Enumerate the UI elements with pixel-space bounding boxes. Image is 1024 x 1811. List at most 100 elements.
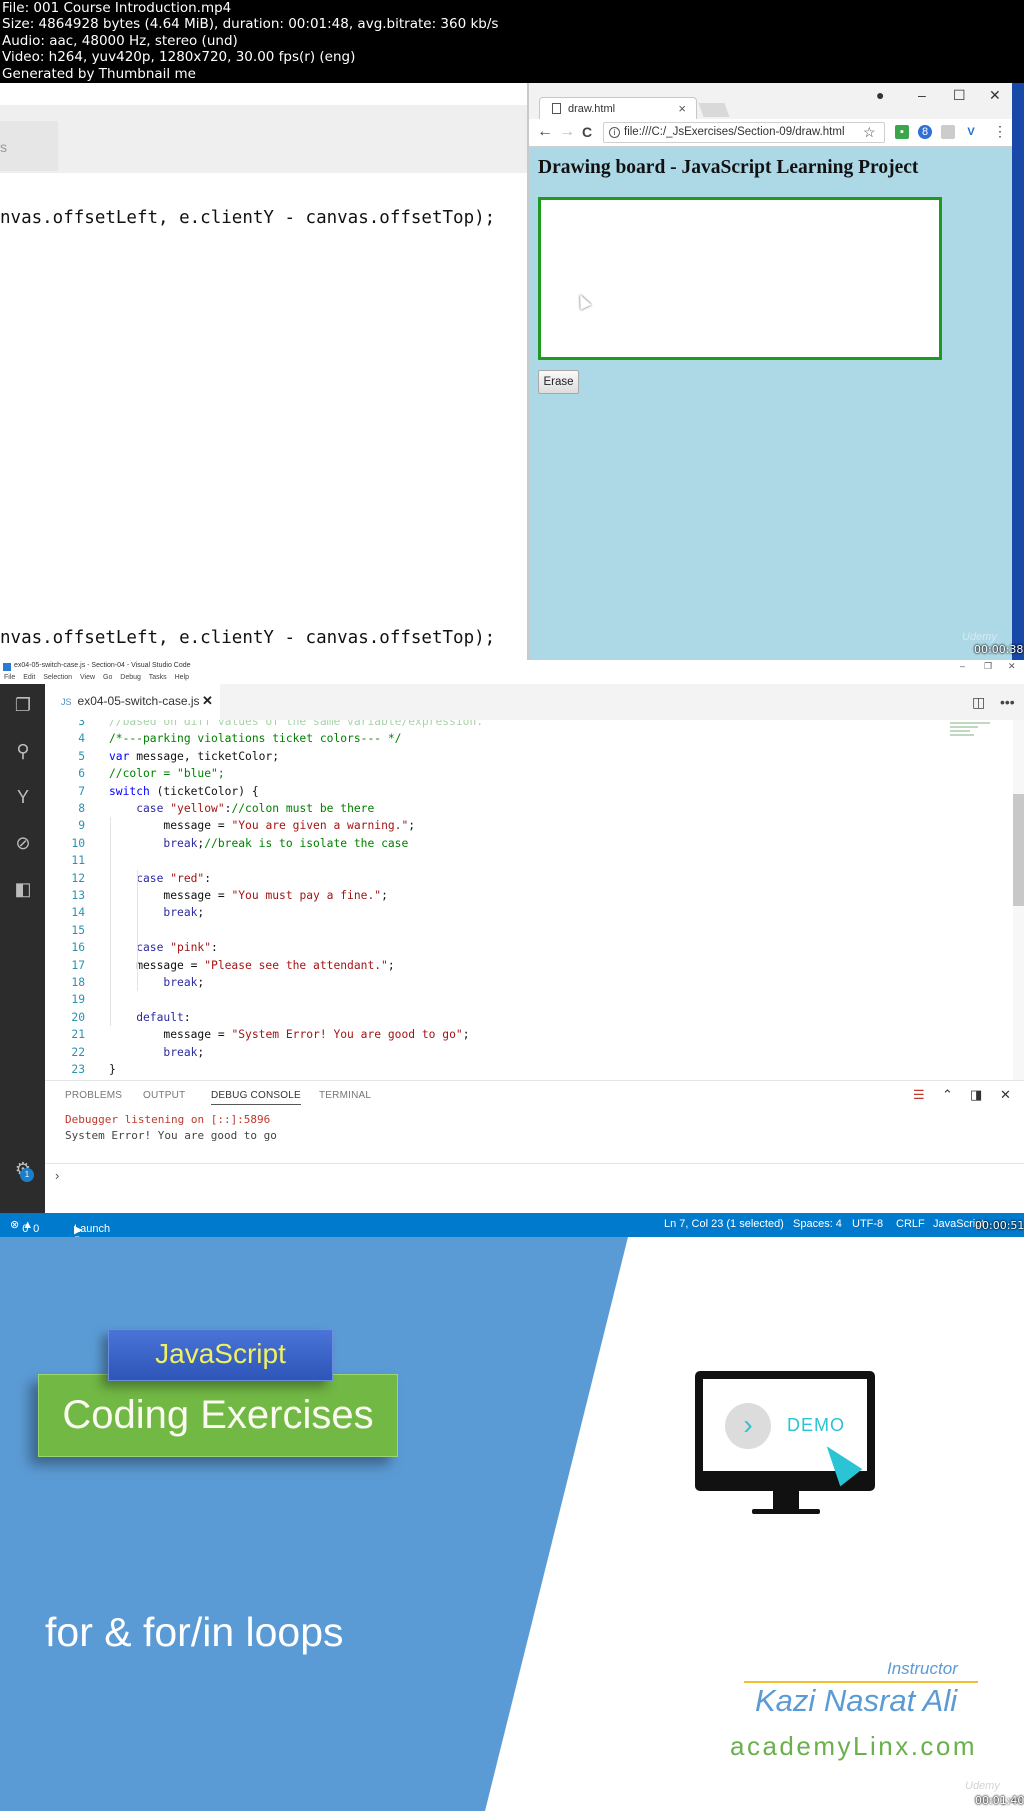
console-input[interactable]: › <box>45 1163 1024 1198</box>
line-number: 23 <box>71 1063 85 1076</box>
more-actions-icon[interactable]: ••• <box>1000 694 1015 710</box>
code-line: 23} <box>45 1061 905 1078</box>
profile-icon[interactable]: ● <box>876 87 884 103</box>
menu-go[interactable]: Go <box>103 674 112 681</box>
info-line-file: File: 001 Course Introduction.mp4 <box>2 0 232 16</box>
tab-close-icon[interactable]: ✕ <box>202 693 213 709</box>
extension-icon[interactable] <box>941 125 955 139</box>
back-button[interactable]: ← <box>537 123 553 141</box>
line-number: 22 <box>71 1045 85 1059</box>
extension-icon[interactable]: ▪ <box>895 125 909 139</box>
search-icon[interactable]: ⚲ <box>12 740 34 762</box>
code-text: message = "System Error! You are good to… <box>109 1026 469 1043</box>
window-title: ex04-05-switch-case.js - Section-04 - Vi… <box>14 662 191 669</box>
restore-button[interactable]: ❐ <box>984 661 992 672</box>
code-line: 15 <box>45 922 905 939</box>
clear-console-icon[interactable]: ☰ <box>913 1087 925 1103</box>
maximize-panel-icon[interactable]: ⌃ <box>942 1087 953 1103</box>
indent-guide <box>137 869 138 992</box>
explorer-icon[interactable]: ❐ <box>12 694 34 716</box>
menu-view[interactable]: View <box>80 674 95 681</box>
menu-file[interactable]: File <box>4 674 15 681</box>
timestamp: 00:01:40 <box>975 1794 1024 1807</box>
editor-tab[interactable]: s <box>0 121 58 171</box>
cursor-position[interactable]: Ln 7, Col 23 (1 selected) <box>664 1218 784 1230</box>
editor-tab-active[interactable]: JS ex04-05-switch-case.js ✕ <box>45 684 220 720</box>
editor-scrollbar[interactable] <box>1013 720 1024 1080</box>
frame-3-course-slide: Coding Exercises JavaScript for & for/in… <box>0 1237 1024 1811</box>
minimize-button[interactable]: – <box>960 661 965 671</box>
editor-tab-strip <box>0 105 528 173</box>
close-button[interactable]: ✕ <box>989 87 1001 104</box>
code-line: 11 <box>45 852 905 869</box>
url-input[interactable]: i file:///C:/_JsExercises/Section-09/dra… <box>603 122 885 143</box>
console-line: System Error! You are good to go <box>65 1129 277 1142</box>
toggle-panel-position-icon[interactable]: ◨ <box>970 1087 982 1103</box>
erase-button[interactable]: Erase <box>538 370 579 394</box>
line-number: 17 <box>71 958 85 972</box>
close-panel-icon[interactable]: ✕ <box>1000 1087 1011 1103</box>
close-button[interactable]: ✕ <box>1008 661 1016 672</box>
minimap[interactable] <box>950 720 990 750</box>
line-number: 11 <box>71 854 85 868</box>
tab-problems[interactable]: PROBLEMS <box>65 1090 122 1101</box>
browser-tab-title: draw.html <box>568 103 616 115</box>
tab-terminal[interactable]: TERMINAL <box>319 1090 371 1101</box>
menu-selection[interactable]: Selection <box>43 674 72 681</box>
menu-help[interactable]: Help <box>175 674 189 681</box>
code-line: nvas.offsetLeft, e.clientY - canvas.offs… <box>0 628 496 648</box>
line-number: 8 <box>78 802 85 815</box>
minimize-button[interactable]: – <box>918 87 926 103</box>
line-number: 5 <box>78 749 85 763</box>
bookmark-star-icon[interactable]: ☆ <box>863 124 876 141</box>
code-line: 10 break;//break is to isolate the case <box>45 835 905 852</box>
instructor-name: Kazi Nasrat Ali <box>755 1683 958 1718</box>
reload-button[interactable]: C <box>582 124 592 140</box>
document-icon <box>552 103 561 114</box>
slide-title: Coding Exercises <box>62 1393 374 1437</box>
forward-button[interactable]: → <box>559 123 575 141</box>
code-token: message = <box>109 819 232 833</box>
code-text: break;//break is to isolate the case <box>109 835 408 852</box>
notification-badge: 1 <box>20 1168 34 1182</box>
tab-output[interactable]: OUTPUT <box>143 1090 185 1101</box>
code-token: break <box>109 976 198 989</box>
menu-tasks[interactable]: Tasks <box>149 674 167 681</box>
play-chevron-icon: › <box>725 1403 771 1449</box>
code-line: 3 //based on diff values of the same vari… <box>45 720 905 730</box>
code-token: : <box>211 941 218 955</box>
debug-icon[interactable]: ⊘ <box>12 832 34 854</box>
split-editor-icon[interactable]: ◫ <box>972 694 985 711</box>
tab-debug-console[interactable]: DEBUG CONSOLE <box>211 1090 301 1105</box>
new-tab-button[interactable] <box>698 103 730 117</box>
line-number: 21 <box>71 1028 85 1042</box>
maximize-button[interactable]: ☐ <box>953 87 966 104</box>
code-editor[interactable]: 3 //based on diff values of the same vari… <box>45 720 1015 1080</box>
indentation[interactable]: Spaces: 4 <box>793 1218 842 1230</box>
browser-tab[interactable]: draw.html × <box>539 97 697 119</box>
code-token: message = <box>109 958 205 972</box>
menu-debug[interactable]: Debug <box>120 674 141 681</box>
extension-icon[interactable]: 8 <box>918 125 932 139</box>
code-token: ; <box>387 958 395 972</box>
line-ending[interactable]: CRLF <box>896 1218 925 1230</box>
drawing-canvas[interactable] <box>538 197 942 360</box>
extension-icon[interactable]: V <box>964 125 978 139</box>
code-token: message = <box>109 1028 232 1042</box>
problems-status[interactable]: ⊗ 0 ▲ 0 <box>10 1218 39 1235</box>
js-label: JavaScript <box>155 1338 286 1369</box>
code-token: ; <box>197 906 205 920</box>
indent-guide <box>110 817 111 1027</box>
encoding[interactable]: UTF-8 <box>852 1218 883 1230</box>
extensions-icon[interactable]: ◧ <box>12 878 34 900</box>
mouse-cursor-icon <box>574 292 592 310</box>
menu-edit[interactable]: Edit <box>23 674 35 681</box>
code-token: switch <box>109 784 150 798</box>
tab-close-icon[interactable]: × <box>678 101 686 116</box>
menu-bar: File Edit Selection View Go Debug Tasks … <box>0 673 1024 684</box>
scrollbar-thumb[interactable] <box>1013 794 1024 906</box>
source-control-icon[interactable]: Y <box>12 786 34 808</box>
timestamp: 00:00:38 <box>974 643 1024 656</box>
menu-icon[interactable]: ⋮ <box>993 123 1007 140</box>
code-text: break; <box>109 1044 204 1061</box>
